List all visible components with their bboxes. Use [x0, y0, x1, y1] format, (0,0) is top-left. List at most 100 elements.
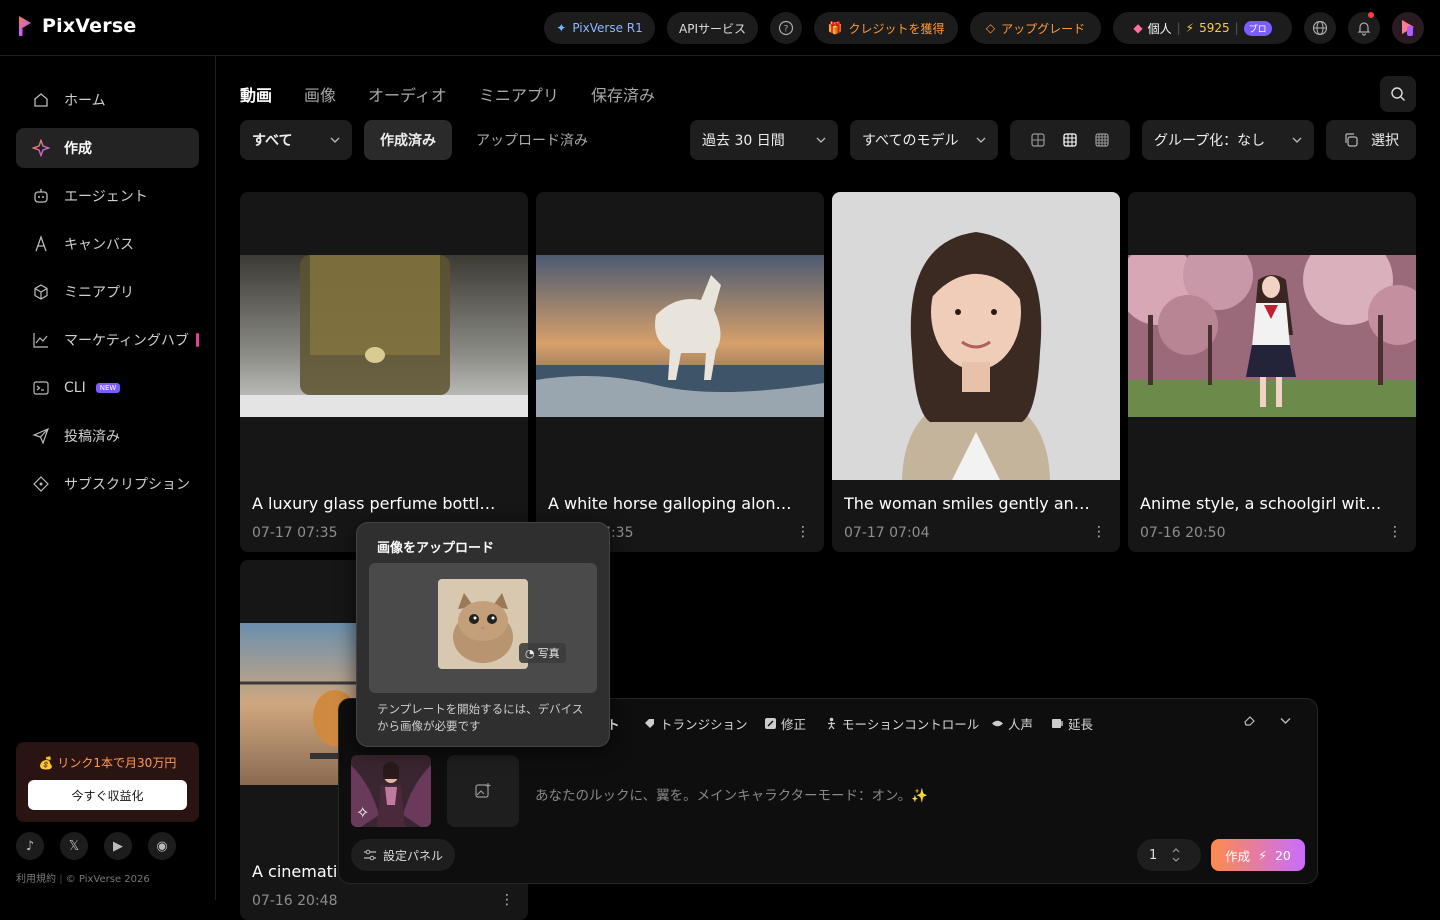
transition-icon [645, 719, 654, 728]
help-icon: ? [778, 20, 794, 36]
video-card[interactable]: A luxury glass perfume bottle_... 07-17 … [240, 192, 528, 552]
sidebar-item-cli[interactable]: CLI NEW [16, 368, 199, 408]
photo-tag-label: 写真 [537, 647, 560, 660]
search-button[interactable] [1380, 76, 1416, 112]
upgrade-label: アップグレード [1001, 21, 1086, 36]
tooltip-title: 画像をアップロード [377, 541, 495, 556]
type-value: すべて [252, 133, 293, 149]
type-dropdown[interactable]: すべて [240, 120, 352, 160]
sidebar-item-canvas[interactable]: キャンバス [16, 224, 199, 264]
add-image-button[interactable] [447, 755, 519, 827]
youtube-icon[interactable]: ▶ [104, 832, 132, 860]
video-thumbnail [1128, 255, 1416, 417]
x-icon[interactable]: 𝕏 [60, 832, 88, 860]
created-filter[interactable]: 作成済み [364, 120, 452, 160]
diamond-icon: ◇ [985, 21, 996, 35]
video-card[interactable]: The woman smiles gently and t... 07-17 0… [832, 192, 1120, 552]
divider: | [1176, 21, 1181, 35]
sidebar-item-posted[interactable]: 投稿済み [16, 416, 199, 456]
video-thumbnail [536, 255, 824, 417]
language-button[interactable] [1304, 12, 1336, 44]
tab-motion-control[interactable]: モーションコントロール [825, 714, 979, 733]
content-tabs: 動画 画像 オーディオ ミニアプリ 保存済み [240, 82, 655, 106]
create-button[interactable]: 作成 ⚡ 20 [1211, 839, 1305, 871]
sidebar-item-home[interactable]: ホーム [16, 80, 199, 120]
tab-image[interactable]: 画像 [304, 82, 336, 106]
upgrade-button[interactable]: ◇ アップグレード [970, 12, 1101, 44]
model-label: PixVerse R1 [572, 21, 643, 35]
promo-text: 💰 リンク1本で月30万円 [38, 756, 177, 770]
model-dropdown[interactable]: すべてのモデル [850, 120, 998, 160]
select-button[interactable]: 選択 [1326, 120, 1416, 160]
lips-icon [992, 720, 1003, 727]
cost-value: 20 [1274, 847, 1291, 863]
terminal-icon [33, 381, 49, 395]
api-button[interactable]: APIサービス [667, 12, 758, 44]
tab-audio[interactable]: オーディオ [368, 82, 447, 106]
sidebar-item-miniapp[interactable]: ミニアプリ [16, 272, 199, 312]
divider: | [1234, 21, 1239, 35]
quantity-stepper[interactable]: 1 [1137, 839, 1201, 871]
grid-4-icon[interactable] [1094, 132, 1110, 148]
account-label: 個人 [1147, 21, 1172, 36]
video-card[interactable]: Anime style, a schoolgirl with_... 07-16… [1128, 192, 1416, 552]
tab-extend[interactable]: 延長 [1051, 714, 1093, 733]
terms-link[interactable]: 利用規約 [16, 874, 56, 885]
sidebar: ホーム 作成 エージェント キャンバス ミニアプリ マーケティングハブ CLI … [0, 56, 216, 900]
grid-size-toggle [1010, 120, 1130, 160]
group-dropdown[interactable]: グループ化：なし [1142, 120, 1314, 160]
sidebar-item-create[interactable]: 作成 [16, 128, 199, 168]
tab-label: 修正 [781, 717, 807, 732]
more-options-icon[interactable]: ⋮ [1388, 524, 1402, 540]
grid-2-icon[interactable] [1030, 132, 1046, 148]
lightning-icon: ⚡ [1258, 847, 1267, 863]
tab-saved[interactable]: 保存済み [591, 82, 655, 106]
tiktok-icon[interactable]: ♪ [16, 832, 44, 860]
more-options-icon[interactable]: ⋮ [500, 892, 514, 908]
avatar[interactable] [1392, 12, 1424, 44]
uploaded-filter[interactable]: アップロード済み [476, 120, 588, 160]
video-card[interactable]: A white horse galloping along... 07-17 0… [536, 192, 824, 552]
stepper-arrows-icon[interactable] [1171, 845, 1181, 865]
account-credits-button[interactable]: ◆ 個人 | ⚡ 5925 | プロ [1113, 12, 1292, 44]
plan-badge: プロ [1243, 20, 1272, 36]
tab-video[interactable]: 動画 [240, 82, 272, 106]
grid-3-icon[interactable] [1062, 132, 1078, 148]
motion-icon [828, 717, 835, 730]
sliders-icon [364, 849, 376, 861]
sidebar-item-agent[interactable]: エージェント [16, 176, 199, 216]
sidebar-item-marketing-hub[interactable]: マーケティングハブ [16, 320, 199, 360]
credits-value: 5925 [1199, 21, 1230, 35]
tab-miniapp[interactable]: ミニアプリ [479, 82, 559, 106]
quantity-value: 1 [1149, 847, 1158, 863]
sidebar-item-subscription[interactable]: サブスクリプション [16, 464, 199, 504]
settings-panel-button[interactable]: 設定パネル [351, 839, 456, 871]
logo[interactable]: PixVerse [16, 14, 136, 38]
clear-button[interactable] [1243, 714, 1256, 727]
model-button[interactable]: ✦ PixVerse R1 [544, 12, 655, 44]
discord-icon[interactable]: ◉ [148, 832, 176, 860]
photo-tag: ◔ 写真 [519, 643, 566, 663]
more-options-icon[interactable]: ⋮ [1092, 524, 1106, 540]
tab-voice[interactable]: 人声 [991, 714, 1033, 733]
sidebar-item-label: サブスクリプション [64, 477, 190, 493]
help-button[interactable]: ? [770, 12, 802, 44]
tab-label: 人声 [1008, 717, 1034, 732]
reference-thumbnail[interactable]: ✧ [351, 755, 431, 827]
collapse-button[interactable] [1279, 714, 1292, 727]
notification-dot [1368, 12, 1374, 18]
notifications-button[interactable] [1348, 12, 1380, 44]
earn-credits-button[interactable]: 🎁 クレジットを獲得 [814, 12, 958, 44]
sidebar-item-label: 投稿済み [64, 429, 120, 445]
tooltip-description: テンプレートを開始するには、デバイスから画像が必要です [377, 702, 584, 733]
period-dropdown[interactable]: 過去 30 日間 [690, 120, 838, 160]
footer: 利用規約 | © PixVerse 2026 [16, 874, 150, 885]
prompt-input[interactable]: あなたのルックに、翼を。メインキャラクターモード：オン。✨ [535, 784, 928, 804]
tab-modify[interactable]: 修正 [764, 714, 806, 733]
settings-label: 設定パネル [383, 848, 444, 863]
monetize-button[interactable]: 今すぐ収益化 [28, 780, 187, 810]
card-title: A luxury glass perfume bottle_... [252, 494, 502, 513]
tab-transition[interactable]: トランジション [643, 714, 748, 733]
more-options-icon[interactable]: ⋮ [796, 524, 810, 540]
upload-image-tooltip: 画像をアップロード ◔ 写真 テンプレートを開始するには、デバイスから画像が必要… [356, 522, 610, 747]
